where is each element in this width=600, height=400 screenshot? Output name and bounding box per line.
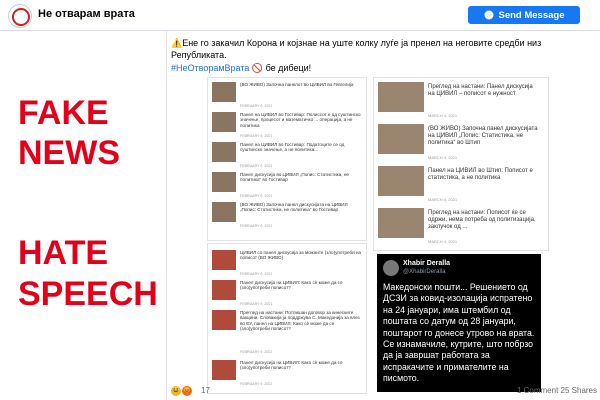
item-text: Преглед на настани: Пописот ќе се одржи,… — [428, 210, 536, 230]
item-text: (ВО ЖИВО) Започна панел дискусијата на Ц… — [240, 202, 348, 213]
fake-label: FAKE — [18, 94, 109, 132]
reaction-count[interactable]: 17 — [201, 386, 210, 395]
list-item[interactable]: Панел на ЦИВИЛ во Гостивар: Податоците с… — [212, 142, 362, 168]
item-text: (ВО ЖИВО) Започна панелот во ЦИВИЛ во Ге… — [240, 82, 354, 87]
page-logo[interactable] — [8, 4, 32, 28]
item-date: MARCH 4, 2021 — [428, 197, 458, 202]
page-header: Не отварам врата Send Message — [0, 0, 600, 31]
list-item[interactable]: Панел на ЦИВИЛ во Гостивар: Полиссот е о… — [212, 112, 362, 138]
post-footer: 😆 😡 17 1 Comment 25 Shares — [171, 386, 597, 400]
overlay-sidebar: FAKE NEWS HATE SPEECH — [0, 31, 166, 400]
thumbnail — [212, 250, 236, 270]
engagement-meta: 1 Comment 25 Shares — [517, 386, 597, 395]
thumbnail — [212, 142, 236, 162]
left-panel-top: (ВО ЖИВО) Започна панелот во ЦИВИЛ во Ге… — [207, 77, 367, 241]
thumbnail — [212, 112, 236, 132]
hate-label: HATE — [18, 234, 109, 272]
tweet-card[interactable]: Xhabir Deralla @XhabirDeralla Македонски… — [377, 254, 541, 392]
hashtag-link[interactable]: #НеОтворамВрата — [171, 63, 249, 73]
page-name[interactable]: Не отварам врата — [38, 8, 135, 20]
item-text: Панел дискусија на ЦИВИЛ: Како сѐ може д… — [240, 280, 343, 291]
thumbnail — [212, 172, 236, 192]
item-date: FEBRUARY 9, 2021 — [240, 194, 273, 198]
item-date: MARCH 4, 2021 — [428, 155, 458, 160]
list-item[interactable]: Панел дискусија на ЦИВИЛ: Како сѐ може д… — [212, 360, 362, 386]
list-item[interactable]: Преглед на настани: Панел дискусија на Ц… — [378, 82, 538, 118]
thumbnail — [212, 280, 236, 300]
tweet-author-name: Xhabir Deralla — [403, 260, 451, 267]
list-item[interactable]: ЦИВИЛ со панел дискусија за можните (зло… — [212, 250, 362, 276]
list-item[interactable]: (ВО ЖИВО) Започна панел дискусијата на Ц… — [212, 202, 362, 228]
item-date: MARCH 4, 2021 — [428, 239, 458, 244]
list-item[interactable]: Преглед на настани: Пописот ќе се одржи,… — [378, 208, 538, 244]
item-date: FEBRUARY 9, 2021 — [240, 164, 273, 168]
thumbnail — [212, 82, 236, 102]
left-panel-bottom: ЦИВИЛ со панел дискусија за можните (зло… — [207, 243, 367, 394]
thumbnail — [212, 360, 236, 380]
hashtag-line: #НеОтворамВрата 🚫 бе дибеци! — [171, 63, 311, 74]
avatar — [383, 260, 399, 276]
share-count[interactable]: 25 Shares — [561, 386, 597, 395]
item-date: FEBRUARY 9, 2021 — [240, 224, 273, 228]
angry-icon: 😡 — [182, 386, 192, 396]
item-text: ЦИВИЛ со панел дискусија за можните (зло… — [240, 250, 362, 261]
hashtag-suffix: 🚫 бе дибеци! — [251, 63, 312, 73]
item-date: MARCH 4, 2021 — [428, 113, 458, 118]
item-text: Панел на ЦИВИЛ во Гостивар: Полиссот е о… — [240, 112, 361, 128]
post-text: ⚠️Ене го закачил Корона и којзнае на ушт… — [171, 38, 542, 60]
screenshot-collage: (ВО ЖИВО) Започна панелот во ЦИВИЛ во Ге… — [207, 77, 549, 394]
item-text: Панел дискусија во ЦИВИЛ „Попис: Статист… — [240, 172, 349, 183]
item-date: FEBRUARY 9, 2021 — [240, 350, 273, 354]
list-item[interactable]: Преглед на настани: Потпишан договор за … — [212, 310, 362, 354]
list-item[interactable]: Панел дискусија во ЦИВИЛ „Попис: Статист… — [212, 172, 362, 198]
item-text: Панел на ЦИВИЛ во Гостивар: Податоците с… — [240, 142, 345, 153]
item-date: FEBRUARY 9, 2021 — [240, 272, 273, 276]
item-text: (ВО ЖИВО) Започна панел дискусијата на Ц… — [428, 126, 538, 146]
messenger-icon — [484, 10, 493, 20]
list-item[interactable]: (ВО ЖИВО) Започна панел дискусијата на Ц… — [378, 124, 538, 160]
item-date: FEBRUARY 9, 2021 — [240, 302, 273, 306]
list-item[interactable]: Панел дискусија на ЦИВИЛ: Како сѐ може д… — [212, 280, 362, 306]
comment-count[interactable]: 1 Comment — [517, 386, 558, 395]
item-text: Панел дискусија на ЦИВИЛ: Како сѐ може д… — [240, 360, 343, 371]
thumbnail — [378, 208, 424, 238]
news-label: NEWS — [18, 134, 120, 172]
thumbnail — [212, 202, 236, 222]
list-item[interactable]: Панел на ЦИВИЛ во Штип: Пописот е статис… — [378, 166, 538, 202]
item-text: Преглед на настани: Потпишан договор за … — [240, 310, 360, 332]
right-panel: Преглед на настани: Панел дискусија на Ц… — [373, 77, 549, 251]
item-date: FEBRUARY 9, 2021 — [240, 104, 273, 108]
post-card: ⚠️Ене го закачил Корона и којзнае на ушт… — [166, 31, 600, 400]
list-item[interactable]: (ВО ЖИВО) Започна панелот во ЦИВИЛ во Ге… — [212, 82, 362, 108]
thumbnail — [378, 166, 424, 196]
haha-icon: 😆 — [171, 386, 181, 396]
item-text: Преглед на настани: Панел дискусија на Ц… — [428, 84, 533, 97]
send-message-label: Send Message — [498, 9, 565, 21]
tweet-body: Македонски пошти... Решението од ДСЗИ за… — [383, 282, 535, 384]
reaction-icons[interactable]: 😆 😡 — [171, 386, 192, 396]
thumbnail — [212, 310, 236, 330]
speech-label: SPEECH — [18, 275, 158, 313]
thumbnail — [378, 124, 424, 154]
send-message-button[interactable]: Send Message — [468, 6, 580, 24]
thumbnail — [378, 82, 424, 112]
tweet-author-handle: @XhabirDeralla — [403, 269, 446, 275]
item-date: FEBRUARY 9, 2021 — [240, 134, 273, 138]
item-text: Панел на ЦИВИЛ во Штип: Пописот е статис… — [428, 168, 533, 181]
